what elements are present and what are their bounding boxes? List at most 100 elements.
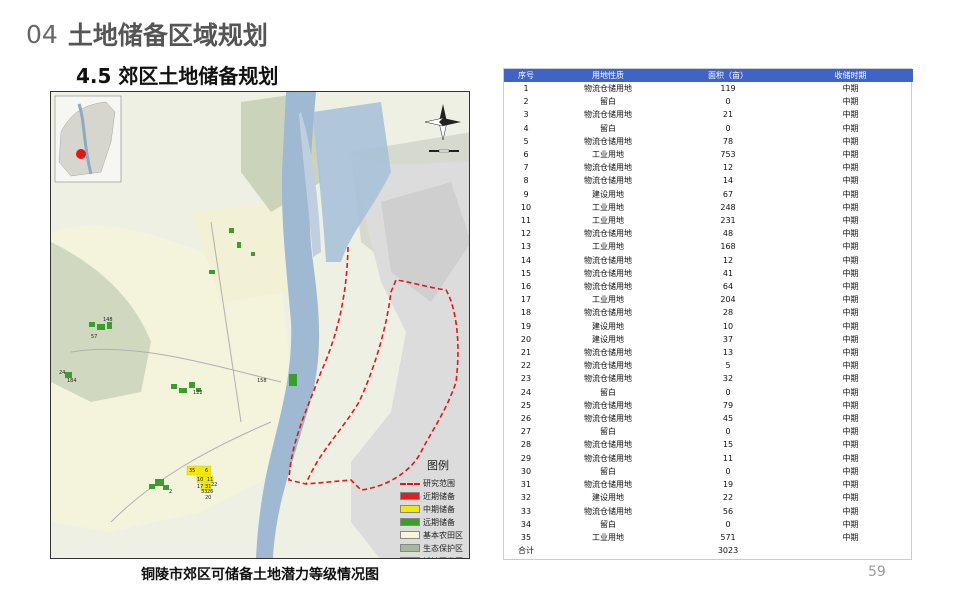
table-cell: 工业用地 (592, 150, 624, 160)
parcel-label: 184 (67, 378, 77, 384)
table-cell: 物流仓储用地 (584, 176, 632, 186)
table-row: 28 物流仓储用地 15 中期 (504, 438, 913, 451)
legend-item: 研究范围 (400, 477, 469, 489)
table-cell: 建设用地 (592, 321, 624, 331)
table-cell: 中期 (842, 268, 859, 278)
table-cell: 2 (523, 97, 529, 107)
table-cell: 中期 (842, 123, 859, 133)
parcel (179, 388, 187, 393)
table-row: 5 物流仓储用地 78 中期 (504, 135, 913, 148)
table-cell: 27 (520, 427, 532, 437)
table-cell: 物流仓储用地 (584, 136, 632, 146)
table-row: 25 物流仓储用地 79 中期 (504, 399, 913, 412)
table-cell: 中期 (842, 519, 859, 529)
parcel (171, 384, 177, 389)
inset-location-marker (76, 149, 86, 159)
table-cell: 19 (520, 321, 532, 331)
table-cell: 中期 (842, 466, 859, 476)
table-row: 15 物流仓储用地 41 中期 (504, 267, 913, 280)
table-cell: 18 (520, 308, 532, 318)
table-cell: 中期 (842, 308, 859, 318)
table-cell: 5 (725, 361, 731, 371)
table-cell: 168 (720, 242, 736, 252)
table-cell: 中期 (842, 255, 859, 265)
table-row: 11 工业用地 231 中期 (504, 214, 913, 227)
table-row: 18 物流仓储用地 28 中期 (504, 306, 913, 319)
table-cell: 23 (520, 374, 532, 384)
table-cell: 中期 (842, 440, 859, 450)
table-row: 12 物流仓储用地 48 中期 (504, 227, 913, 240)
table-cell: 231 (720, 216, 736, 226)
column-header: 用地性质 (548, 69, 668, 82)
table-cell: 24 (520, 387, 532, 397)
land-reserve-map: 35 6 10 11 17 31 22 33 26 20 2 148 57 18… (50, 91, 470, 559)
table-row: 19 建设用地 10 中期 (504, 320, 913, 333)
table-cell: 32 (520, 493, 532, 503)
table-cell: 中期 (842, 176, 859, 186)
table-cell: 物流仓储用地 (584, 110, 632, 120)
table-cell: 物流仓储用地 (584, 440, 632, 450)
table-cell: 248 (720, 202, 736, 212)
section-title: 土地储备区域规划 (67, 21, 268, 50)
table-cell: 中期 (842, 506, 859, 516)
table-row: 27 留白 0 中期 (504, 425, 913, 438)
table-cell: 1 (523, 84, 529, 93)
table-cell: 工业用地 (592, 532, 624, 542)
legend-swatch (400, 505, 420, 513)
parcel-label: 148 (103, 317, 113, 323)
table-cell: 中期 (842, 480, 859, 490)
table-cell: 中期 (842, 163, 859, 173)
parcel (229, 228, 234, 233)
table-row: 9 建设用地 67 中期 (504, 188, 913, 201)
table-cell: 10 (520, 202, 532, 212)
legend-item: 中期储备 (400, 503, 469, 515)
table-cell: 28 (722, 308, 734, 318)
parcel (289, 374, 297, 386)
table-cell: 753 (720, 150, 736, 160)
inset-map (54, 95, 122, 183)
table-cell: 中期 (842, 202, 859, 212)
table-cell: 14 (520, 255, 532, 265)
parcel-label: 6 (205, 468, 208, 474)
table-cell: 3 (523, 110, 529, 120)
table-cell: 4 (523, 123, 529, 133)
table-cell: 10 (722, 321, 734, 331)
table-cell: 物流仓储用地 (584, 480, 632, 490)
table-cell: 工业用地 (592, 242, 624, 252)
table-row: 21 物流仓储用地 13 中期 (504, 346, 913, 359)
table-cell: 0 (725, 387, 731, 397)
table-row: 26 物流仓储用地 45 中期 (504, 412, 913, 425)
parcel-label: 35 (189, 468, 195, 474)
parcel (97, 324, 105, 330)
table-cell: 30 (520, 466, 532, 476)
land-reserve-table: 序号 用地性质 面积（亩） 收储时期 1 物流仓储用地 119 中期 2 留白 0 中期 3 物流… (503, 68, 913, 560)
table-cell: 工业用地 (592, 295, 624, 305)
legend-swatch (400, 492, 420, 500)
table-row: 2 留白 0 中期 (504, 95, 913, 108)
table-cell: 48 (722, 229, 734, 239)
legend-item: 生态保护区 (400, 542, 469, 554)
parcel (155, 479, 164, 486)
legend-label: 研究范围 (423, 478, 455, 488)
table-cell: 0 (725, 97, 731, 107)
table-cell: 31 (520, 480, 532, 490)
table-cell: 19 (722, 480, 734, 490)
table-row: 16 物流仓储用地 64 中期 (504, 280, 913, 293)
table-cell: 56 (722, 506, 734, 516)
table-cell: 20 (520, 334, 532, 344)
table-cell: 留白 (600, 387, 616, 397)
column-header: 面积（亩） (668, 69, 788, 82)
table-row: 29 物流仓储用地 11 中期 (504, 452, 913, 465)
table-cell: 12 (520, 229, 532, 239)
legend-item: 远期储备 (400, 516, 469, 528)
table-row: 3 物流仓储用地 21 中期 (504, 108, 913, 121)
table-row: 4 留白 0 中期 (504, 122, 913, 135)
table-cell: 22 (520, 361, 532, 371)
page-subtitle: 4.5 郊区土地储备规划 (76, 64, 279, 88)
table-cell: 留白 (600, 123, 616, 133)
table-cell: 0 (725, 519, 731, 529)
table-row: 33 物流仓储用地 56 中期 (504, 505, 913, 518)
legend-label: 城镇开发区 (423, 556, 463, 559)
table-cell: 17 (520, 295, 532, 305)
page-number: 59 (868, 564, 886, 580)
